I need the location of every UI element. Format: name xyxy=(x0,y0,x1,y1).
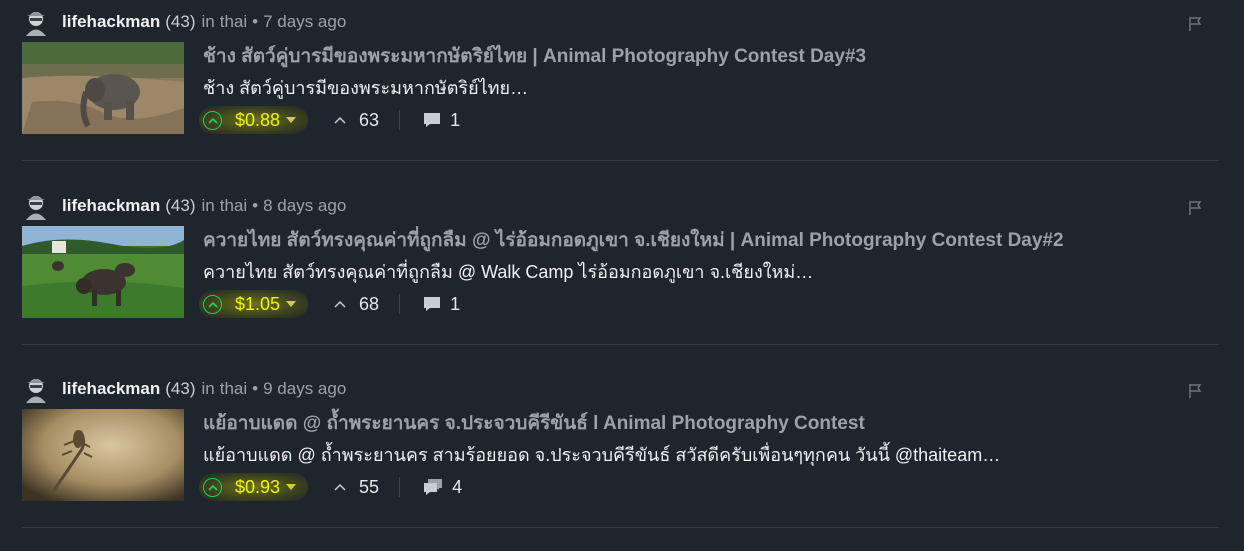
vote-count-value: 68 xyxy=(359,293,380,314)
post-summary[interactable]: แย้อาบแดด @ ถ้ำพระยานคร สามร้อยยอด จ.ประ… xyxy=(203,440,1000,469)
votes-chevron-icon xyxy=(334,483,346,491)
author-reputation: (43) xyxy=(165,12,196,31)
community-link[interactable]: thai xyxy=(220,379,247,399)
avatar-icon[interactable] xyxy=(22,375,50,403)
post-age[interactable]: 8 days ago xyxy=(263,196,346,216)
comment-count[interactable]: 1 xyxy=(422,110,460,131)
vote-count-value: 55 xyxy=(359,476,380,497)
post-age[interactable]: 7 days ago xyxy=(263,12,346,32)
payout-value[interactable]: $0.88 xyxy=(235,110,280,131)
post-item: lifehackman (43) in thai • 8 days ago คว… xyxy=(0,184,1244,368)
flag-icon[interactable] xyxy=(1188,200,1202,216)
post-divider xyxy=(22,344,1219,345)
comment-bubble-icon xyxy=(424,113,441,127)
footer-divider xyxy=(399,294,401,314)
community-link[interactable]: thai xyxy=(220,12,247,32)
post-summary[interactable]: ช้าง สัตว์คู่บารมีของพระมหากษัตริย์ไทย… xyxy=(203,73,528,102)
upvote-circle-icon[interactable] xyxy=(203,110,222,130)
post-thumbnail[interactable] xyxy=(22,42,184,134)
post-title[interactable]: แย้อาบแดด @ ถ้ำพระยานคร จ.ประจวบคีรีขันธ… xyxy=(203,408,865,438)
payout-value[interactable]: $1.05 xyxy=(235,294,280,315)
post-thumbnail[interactable] xyxy=(22,409,184,501)
post-feed: lifehackman (43) in thai • 7 days ago ช้… xyxy=(0,0,1244,535)
post-divider xyxy=(22,160,1219,161)
author-reputation: (43) xyxy=(165,379,196,398)
post-thumbnail[interactable] xyxy=(22,226,184,318)
post-title[interactable]: ควายไทย สัตว์ทรงคุณค่าที่ถูกลืม @ ไร่อ้อ… xyxy=(203,225,1064,255)
post-footer: $1.05 68 1 xyxy=(199,290,460,318)
payout-section: $0.88 xyxy=(199,106,309,134)
post-age[interactable]: 9 days ago xyxy=(263,379,346,399)
flag-icon[interactable] xyxy=(1188,16,1202,32)
votes-chevron-icon xyxy=(334,116,346,124)
post-author-row: lifehackman (43) in thai • 9 days ago xyxy=(22,375,346,403)
upvote-circle-icon[interactable] xyxy=(203,294,222,314)
comment-count-value: 1 xyxy=(450,109,461,130)
post-footer: $0.93 55 4 xyxy=(199,473,462,501)
footer-divider xyxy=(399,477,401,497)
vote-count[interactable]: 63 xyxy=(334,110,379,131)
post-author-row: lifehackman (43) in thai • 7 days ago xyxy=(22,8,346,36)
flag-icon[interactable] xyxy=(1188,383,1202,399)
comment-count-value: 4 xyxy=(452,476,463,497)
caret-down-icon[interactable] xyxy=(286,117,297,123)
vote-count-value: 63 xyxy=(359,109,380,130)
payout-section: $1.05 xyxy=(199,290,309,318)
comment-bubble-icon xyxy=(424,479,443,495)
caret-down-icon[interactable] xyxy=(286,484,297,490)
avatar-icon[interactable] xyxy=(22,192,50,220)
payout-value[interactable]: $0.93 xyxy=(235,477,280,498)
caret-down-icon[interactable] xyxy=(286,301,297,307)
comment-count[interactable]: 4 xyxy=(422,477,462,498)
community-prefix: in xyxy=(201,196,215,215)
post-title[interactable]: ช้าง สัตว์คู่บารมีของพระมหากษัตริย์ไทย |… xyxy=(203,41,866,71)
upvote-circle-icon[interactable] xyxy=(203,477,222,497)
author-name[interactable]: lifehackman xyxy=(62,379,160,399)
author-name[interactable]: lifehackman xyxy=(62,196,160,216)
vote-count[interactable]: 68 xyxy=(334,294,379,315)
avatar-icon[interactable] xyxy=(22,8,50,36)
payout-section: $0.93 xyxy=(199,473,309,501)
post-summary[interactable]: ควายไทย สัตว์ทรงคุณค่าที่ถูกลืม @ Walk C… xyxy=(203,257,813,286)
post-item: lifehackman (43) in thai • 7 days ago ช้… xyxy=(0,0,1244,184)
author-reputation: (43) xyxy=(165,196,196,215)
post-divider xyxy=(22,527,1219,528)
author-name[interactable]: lifehackman xyxy=(62,12,160,32)
post-author-row: lifehackman (43) in thai • 8 days ago xyxy=(22,192,346,220)
footer-divider xyxy=(399,110,401,130)
vote-count[interactable]: 55 xyxy=(334,477,379,498)
votes-chevron-icon xyxy=(334,300,346,308)
comment-bubble-icon xyxy=(424,297,441,311)
community-prefix: in xyxy=(201,379,215,398)
community-prefix: in xyxy=(201,12,215,31)
comment-count-value: 1 xyxy=(450,293,461,314)
community-link[interactable]: thai xyxy=(220,196,247,216)
comment-count[interactable]: 1 xyxy=(422,294,460,315)
post-footer: $0.88 63 1 xyxy=(199,106,460,134)
post-item: lifehackman (43) in thai • 9 days ago แย… xyxy=(0,367,1244,551)
